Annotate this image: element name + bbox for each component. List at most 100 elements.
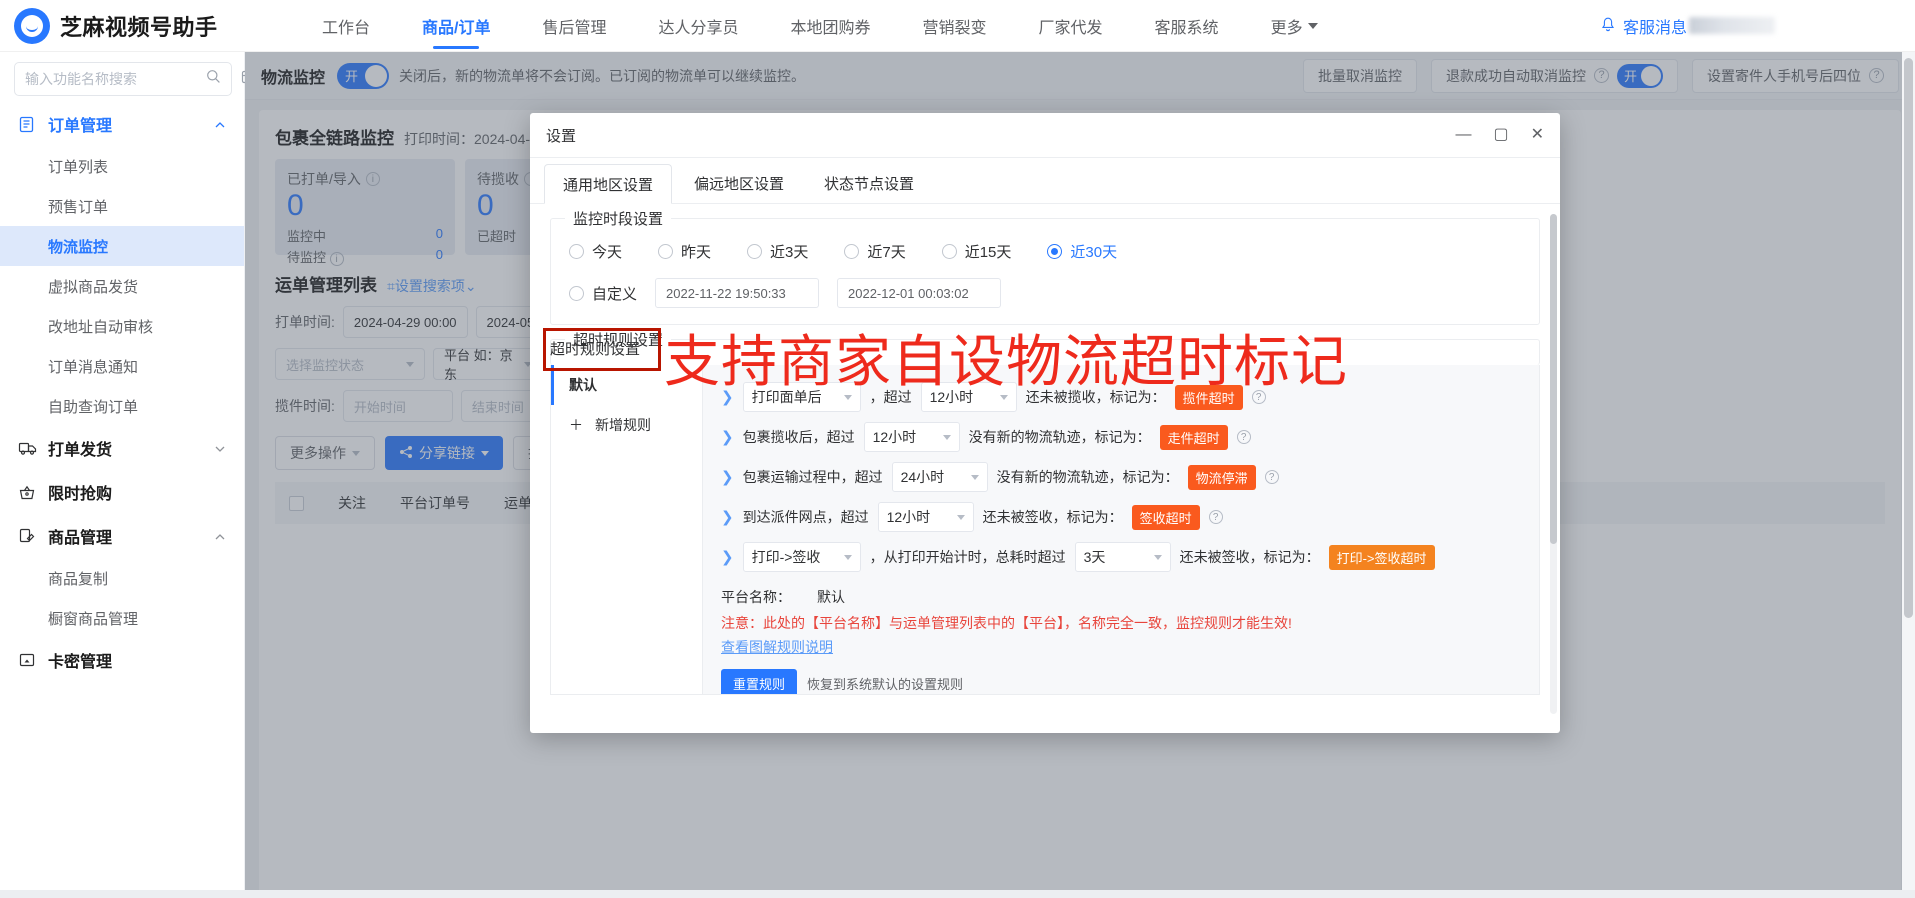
sidebar-item-presale-order[interactable]: 预售订单 bbox=[0, 186, 244, 226]
radio-last-3-days[interactable]: 近3天 bbox=[747, 241, 808, 262]
add-rule-button[interactable]: ＋ 新增规则 bbox=[551, 405, 702, 445]
value: 12小时 bbox=[886, 509, 931, 525]
rule2-duration-select[interactable]: 12小时 bbox=[863, 422, 960, 452]
top-header: 芝麻视频号助手 工作台 商品/订单 售后管理 达人分享员 本地团购券 营销裂变 … bbox=[0, 0, 1915, 52]
sidebar-item-label: 商品复制 bbox=[48, 570, 109, 588]
platform-warning: 注意：此处的【平台名称】与运单管理列表中的【平台】，名称完全一致，监控规则才能生… bbox=[721, 615, 1292, 631]
sidebar-item-virtual-goods-ship[interactable]: 虚拟商品发货 bbox=[0, 266, 244, 306]
search-input[interactable] bbox=[25, 71, 206, 87]
modal-body: 通用地区设置 偏远地区设置 状态节点设置 监控时段设置 今天 昨天 近3天 近7… bbox=[530, 158, 1560, 733]
sidebar-item-window-goods-management[interactable]: 橱窗商品管理 bbox=[0, 598, 244, 638]
rule2-text-1: 包裹揽收后，超过 bbox=[742, 429, 855, 445]
brand-name: 芝麻视频号助手 bbox=[60, 14, 218, 40]
nav-item-dropship[interactable]: 厂家代发 bbox=[1013, 0, 1129, 52]
blurred-account-name bbox=[1689, 17, 1775, 34]
question-circle-icon[interactable]: ? bbox=[1236, 430, 1251, 444]
maximize-icon[interactable]: ▢ bbox=[1493, 127, 1508, 143]
custom-end-datetime-input[interactable]: 2022-12-01 00:03:02 bbox=[837, 278, 1002, 308]
tab-label: 状态节点设置 bbox=[824, 175, 915, 193]
sidebar-group-label: 卡密管理 bbox=[48, 654, 113, 671]
reset-rules-button[interactable]: 重置规则 bbox=[721, 669, 798, 694]
period-radio-row: 今天 昨天 近3天 近7天 近15天 近30天 bbox=[569, 241, 1521, 262]
sidebar-item-goods-copy[interactable]: 商品复制 bbox=[0, 558, 244, 598]
nav-item-service-system[interactable]: 客服系统 bbox=[1129, 0, 1245, 52]
nav-label: 达人分享员 bbox=[658, 19, 739, 37]
sidebar-item-order-list[interactable]: 订单列表 bbox=[0, 146, 244, 186]
radio-last-15-days[interactable]: 近15天 bbox=[941, 241, 1011, 262]
chevron-right-icon[interactable]: ❯ bbox=[721, 468, 734, 486]
chevron-down-icon bbox=[214, 442, 226, 454]
radio-last-7-days[interactable]: 近7天 bbox=[844, 241, 906, 262]
search-box[interactable] bbox=[14, 62, 232, 96]
close-icon[interactable]: ✕ bbox=[1531, 127, 1544, 143]
radio-dot bbox=[941, 244, 957, 259]
tab-remote-area-settings[interactable]: 偏远地区设置 bbox=[676, 163, 802, 203]
radio-label: 近7天 bbox=[867, 244, 906, 261]
rule3-duration-select[interactable]: 24小时 bbox=[891, 462, 988, 492]
nav-item-marketing[interactable]: 营销裂变 bbox=[897, 0, 1013, 52]
sidebar-group-print-ship[interactable]: 打单发货 bbox=[0, 426, 244, 470]
nav-label: 工作台 bbox=[322, 19, 371, 37]
modal-scrollbar[interactable] bbox=[1550, 214, 1557, 714]
radio-last-30-days[interactable]: 近30天 bbox=[1047, 241, 1117, 262]
nav-label: 更多 bbox=[1270, 19, 1303, 37]
page-scrollbar-thumb[interactable] bbox=[1904, 58, 1913, 618]
reset-rules-note: 恢复到系统默认的设置规则 bbox=[807, 676, 964, 692]
minimize-icon[interactable]: — bbox=[1455, 127, 1471, 143]
annotation-text: 支持商家自设物流超时标记 bbox=[664, 330, 1348, 393]
nav-item-more[interactable]: 更多 bbox=[1245, 0, 1344, 52]
sidebar-item-label: 改地址自动审核 bbox=[48, 318, 154, 336]
platform-name-value: 默认 bbox=[817, 589, 845, 605]
rule4-duration-select[interactable]: 12小时 bbox=[877, 502, 974, 532]
question-circle-icon[interactable]: ? bbox=[1264, 470, 1279, 484]
page-scrollbar[interactable] bbox=[1902, 52, 1915, 898]
radio-yesterday[interactable]: 昨天 bbox=[658, 241, 711, 262]
radio-custom[interactable]: 自定义 bbox=[569, 283, 637, 304]
rule-illustration-link[interactable]: 查看图解规则说明 bbox=[721, 637, 833, 657]
basket-icon bbox=[18, 484, 38, 501]
nav-item-workbench[interactable]: 工作台 bbox=[296, 0, 396, 52]
value: 3天 bbox=[1083, 549, 1106, 565]
clipboard-icon bbox=[18, 115, 38, 133]
sidebar-group-label: 限时抢购 bbox=[48, 486, 113, 503]
nav-label: 售后管理 bbox=[542, 19, 607, 37]
sidebar-item-logistics-monitor[interactable]: 物流监控 bbox=[0, 226, 244, 266]
modal-scrollbar-thumb[interactable] bbox=[1550, 214, 1557, 544]
radio-today[interactable]: 今天 bbox=[569, 241, 622, 262]
nav-label: 商品/订单 bbox=[422, 19, 491, 37]
rule5-trigger-select[interactable]: 打印->签收 bbox=[742, 542, 861, 572]
sidebar-group-goods-management[interactable]: 商品管理 bbox=[0, 514, 244, 558]
plus-icon: ＋ bbox=[569, 417, 583, 433]
monitor-period-box: 监控时段设置 今天 昨天 近3天 近7天 近15天 近30天 自定义 2022-… bbox=[550, 208, 1540, 325]
tab-status-node-settings[interactable]: 状态节点设置 bbox=[806, 163, 932, 203]
nav-item-local-coupon[interactable]: 本地团购券 bbox=[765, 0, 897, 52]
sidebar-item-address-auto-audit[interactable]: 改地址自动审核 bbox=[0, 306, 244, 346]
nav-item-aftersale[interactable]: 售后管理 bbox=[516, 0, 632, 52]
sidebar-item-order-message-notify[interactable]: 订单消息通知 bbox=[0, 346, 244, 386]
sidebar-item-label: 虚拟商品发货 bbox=[48, 278, 139, 296]
custom-start-datetime-input[interactable]: 2022-11-22 19:50:33 bbox=[655, 278, 820, 308]
main-nav: 工作台 商品/订单 售后管理 达人分享员 本地团购券 营销裂变 厂家代发 客服系… bbox=[296, 0, 1344, 52]
sidebar-item-self-query-order[interactable]: 自助查询订单 bbox=[0, 386, 244, 426]
chevron-up-icon bbox=[214, 118, 226, 130]
annotation-box-label: 超时规则设置 bbox=[550, 341, 641, 358]
radio-label: 今天 bbox=[592, 244, 623, 261]
sidebar-group-order-management[interactable]: 订单管理 bbox=[0, 102, 244, 146]
customer-service-message[interactable]: 客服消息 bbox=[1600, 14, 1915, 38]
chevron-right-icon[interactable]: ❯ bbox=[721, 508, 734, 526]
tab-general-area-settings[interactable]: 通用地区设置 bbox=[544, 164, 673, 204]
chevron-right-icon[interactable]: ❯ bbox=[721, 548, 734, 566]
platform-info-block: 平台名称： 默认 注意：此处的【平台名称】与运单管理列表中的【平台】，名称完全一… bbox=[703, 577, 1539, 657]
bell-icon bbox=[1600, 17, 1616, 34]
nav-item-influencer[interactable]: 达人分享员 bbox=[632, 0, 764, 52]
sidebar-group-flash-sale[interactable]: 限时抢购 bbox=[0, 470, 244, 514]
rule4-text-2: 还未被签收，标记为： bbox=[982, 509, 1123, 525]
sidebar-group-label: 商品管理 bbox=[48, 530, 113, 547]
search-icon[interactable] bbox=[206, 69, 221, 89]
rule5-duration-select[interactable]: 3天 bbox=[1074, 542, 1171, 572]
sidebar-group-card-secret[interactable]: 卡密管理 bbox=[0, 638, 244, 682]
chevron-right-icon[interactable]: ❯ bbox=[721, 428, 734, 446]
question-circle-icon[interactable]: ? bbox=[1208, 510, 1223, 524]
modal-header: 设置 — ▢ ✕ bbox=[530, 113, 1560, 158]
nav-item-goods-orders[interactable]: 商品/订单 bbox=[396, 0, 516, 52]
